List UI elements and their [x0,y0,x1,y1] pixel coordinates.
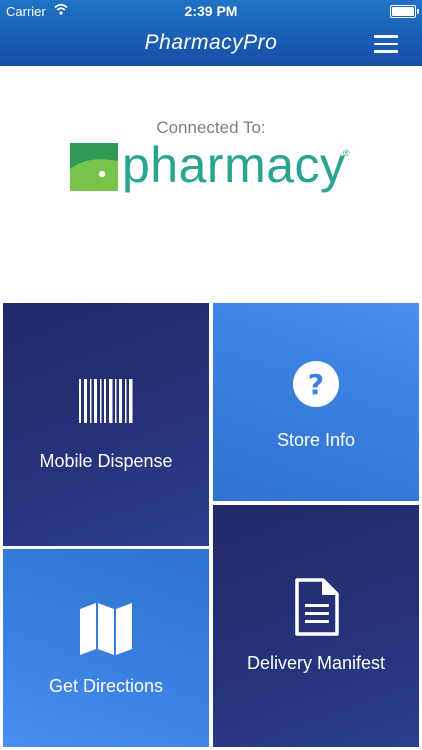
mobile-dispense-tile[interactable]: Mobile Dispense [3,303,209,546]
store-info-label: Store Info [276,430,356,450]
map-icon [80,603,132,655]
barcode-icon [79,379,133,423]
connected-to-label: Connected To: [156,118,266,137]
app-header: Carrier 2:39 PM PharmacyPro [0,0,422,66]
document-icon [295,578,339,636]
pharmacy-logo: pharmacy ® [70,137,360,196]
store-info-tile[interactable]: ? Store Info [213,303,419,501]
delivery-manifest-label: Delivery Manifest [246,653,386,673]
battery-icon [390,5,419,18]
hamburger-menu-icon[interactable] [374,35,398,53]
question-circle-icon: ? [293,361,339,407]
status-time: 2:39 PM [184,3,238,19]
get-directions-tile[interactable]: Get Directions [3,549,209,747]
app-title: PharmacyPro [144,31,278,54]
mobile-dispense-label: Mobile Dispense [39,451,173,471]
delivery-manifest-tile[interactable]: Delivery Manifest [213,505,419,747]
pharmacy-logo-mark-icon [70,143,118,191]
status-bar: Carrier 2:39 PM [0,0,422,22]
trademark-symbol: ® [343,148,350,158]
svg-text:?: ? [308,368,324,401]
get-directions-label: Get Directions [48,676,164,696]
pharmacy-logo-text: pharmacy [122,137,346,193]
